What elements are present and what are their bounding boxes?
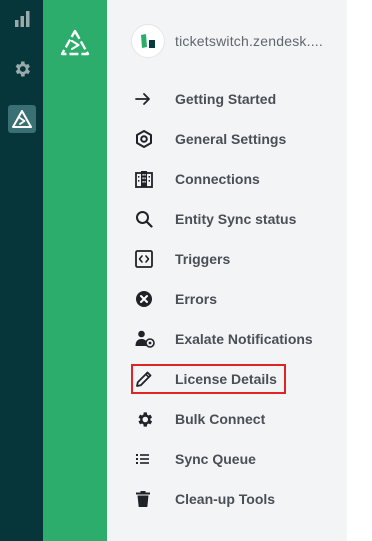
menu-item-label: Sync Queue xyxy=(175,451,256,467)
menu-item-bulk-connect[interactable]: Bulk Connect xyxy=(131,399,341,439)
account-name: ticketswitch.zendesk.... xyxy=(175,33,323,49)
search-icon xyxy=(131,199,161,239)
gear-icon xyxy=(12,59,32,79)
rail-item-exalate[interactable] xyxy=(0,104,43,134)
side-menu: Getting Started General Settings Connect… xyxy=(131,79,341,519)
rail-item-admin[interactable] xyxy=(0,54,43,84)
menu-item-label: Bulk Connect xyxy=(175,411,266,427)
bar-chart-icon xyxy=(13,10,31,28)
zendesk-avatar xyxy=(131,24,165,58)
menu-item-label: General Settings xyxy=(175,131,287,147)
account-header[interactable]: ticketswitch.zendesk.... xyxy=(131,24,323,58)
menu-item-label: Entity Sync status xyxy=(175,211,297,227)
exalate-logo-icon xyxy=(11,110,32,128)
content-area xyxy=(347,0,372,541)
menu-item-label: Connections xyxy=(175,171,260,187)
menu-item-label: License Details xyxy=(175,371,277,387)
menu-item-license-details[interactable]: License Details xyxy=(131,359,341,399)
building-icon xyxy=(131,159,161,199)
rail-item-reporting[interactable] xyxy=(0,4,43,34)
error-circle-icon xyxy=(131,279,161,319)
menu-item-errors[interactable]: Errors xyxy=(131,279,341,319)
hexagon-settings-icon xyxy=(131,119,161,159)
pencil-icon xyxy=(131,359,161,399)
menu-item-label: Getting Started xyxy=(175,91,277,107)
menu-item-sync-queue[interactable]: Sync Queue xyxy=(131,439,341,479)
menu-item-exalate-notifications[interactable]: Exalate Notifications xyxy=(131,319,341,359)
exalate-logo-icon xyxy=(60,29,90,57)
gear-icon xyxy=(131,399,161,439)
menu-item-getting-started[interactable]: Getting Started xyxy=(131,79,341,119)
menu-item-general-settings[interactable]: General Settings xyxy=(131,119,341,159)
user-at-icon xyxy=(131,319,161,359)
active-app-highlight xyxy=(7,105,36,133)
arrow-right-icon xyxy=(131,79,161,119)
menu-item-triggers[interactable]: Triggers xyxy=(131,239,341,279)
menu-item-label: Errors xyxy=(175,291,218,307)
exalate-logo[interactable] xyxy=(60,28,90,58)
app-window: ticketswitch.zendesk.... Getting Started xyxy=(0,0,372,541)
list-icon xyxy=(131,439,161,479)
menu-item-connections[interactable]: Connections xyxy=(131,159,341,199)
menu-item-label: Clean-up Tools xyxy=(175,491,276,507)
code-box-icon xyxy=(131,239,161,279)
zendesk-logo-icon xyxy=(138,31,158,51)
menu-item-label: Exalate Notifications xyxy=(175,331,313,347)
menu-item-entity-sync-status[interactable]: Entity Sync status xyxy=(131,199,341,239)
menu-item-clean-up-tools[interactable]: Clean-up Tools xyxy=(131,479,341,519)
menu-item-label: Triggers xyxy=(175,251,231,267)
navigation-panel: ticketswitch.zendesk.... Getting Started xyxy=(107,0,347,541)
app-header-bar xyxy=(43,0,107,541)
product-rail xyxy=(0,0,43,541)
trash-icon xyxy=(131,479,161,519)
